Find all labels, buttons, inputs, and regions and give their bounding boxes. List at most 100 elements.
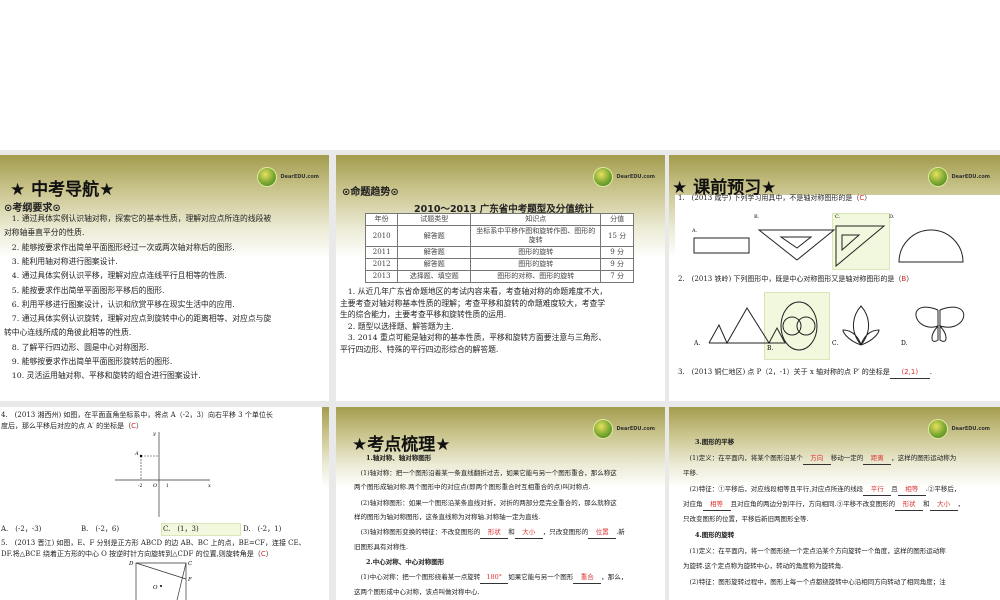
header-cell: 知识点 — [470, 213, 602, 226]
option-b[interactable]: B. (-2，6) — [81, 524, 119, 535]
slide-thumbnail-2[interactable]: DearEDU.com ⊙命题趋势⊙ 2010～2013 广东省中考题型及分值统… — [336, 155, 665, 401]
answer-blank: 重合 — [573, 572, 602, 584]
paragraph-line: 3. 2014 重点可能是轴对称的基本性质，平移和旋转方面要注意与三角形、 — [340, 333, 607, 342]
paragraph-line: 6. 利用平移进行图案设计，认识和欣赏平移在现实生活中的应用. — [4, 299, 235, 309]
cell: 9 分 — [600, 258, 634, 271]
slide-title: ★考点梳理★ — [352, 435, 451, 455]
table-row: 2010 解答题 坐标系中平移作图和旋转作图、图形的旋转 15 分 — [364, 225, 634, 247]
set-square-icon — [757, 229, 836, 261]
slide-thumbnail-1[interactable]: DearEDU.com ★ 中考导航★ ⊙考纲要求⊙ 1. 通过具体实例认识轴对… — [0, 155, 329, 401]
paragraph-line: 3. 能利用轴对称进行图案设计. — [4, 256, 118, 266]
slide-title: ★ 中考导航★ — [10, 180, 115, 200]
header-cell: 分值 — [600, 213, 634, 226]
triangle-ruler-icon — [835, 225, 886, 268]
origin-label: O — [153, 483, 157, 489]
paragraph-line: (2)轴对称图形：如果一个图形沿某条直线对折，对折的两部分是完全重合的，那么就称… — [354, 499, 617, 507]
x-tick-label: -2 — [138, 483, 143, 489]
coordinate-graph: A y x O -2 1 — [115, 431, 211, 517]
option-label: A. — [691, 228, 698, 234]
option-label: D. — [901, 340, 908, 347]
paragraph-line: 对称轴垂直平分的性质. — [4, 228, 85, 238]
paragraph-line: 8. 了解平行四边形、圆是中心对称图形. — [4, 342, 149, 352]
x-tick-label: 1 — [166, 483, 169, 489]
dearedu-logo: DearEDU.com — [593, 167, 655, 187]
answer-blank: 180° — [480, 572, 509, 584]
center-o-label: O — [153, 585, 158, 591]
cell: 解答题 — [397, 258, 472, 271]
answer-blank: 大小 — [929, 499, 958, 511]
cell: 2011 — [364, 246, 399, 259]
section-heading: ⊙命题趋势⊙ — [342, 187, 399, 198]
cell: 2012 — [364, 258, 399, 271]
option-a[interactable]: A. (-2，-3) — [1, 524, 41, 535]
question-1: 1. (2013 咸宁) 下列学习用具中，不是轴对称图形的是（C） — [678, 194, 872, 202]
question-4: 4. (2013 湘西州) 如图，在平面直角坐标系中，将点 A（-2，3）向右平… — [1, 411, 273, 419]
cell: 选择题、填空题 — [397, 270, 472, 283]
option-label: A. — [693, 340, 700, 347]
answer-blank: 形状 — [480, 527, 509, 539]
flower-shape-icon — [842, 305, 880, 346]
x-axis-label: x — [208, 483, 211, 489]
paragraph-line: (1)定义：在平面内，将一个图形绕一个定点沿某个方向旋转一个角度，这样的图形运动… — [683, 547, 946, 555]
butterfly-shape-icon — [915, 306, 965, 342]
paragraph-line: 只改变图形的位置，平移后新旧两图形全等. — [683, 515, 809, 523]
paragraph-line: 这两个图形成中心对称，该点叫做对称中心. — [354, 588, 480, 596]
heading-axial-symmetry: 1.轴对称、轴对称图形 — [366, 454, 432, 462]
paragraph-line: (2)特征：图形旋转过程中，图形上每一个点都绕旋转中心沿相同方向转动了相同角度；… — [683, 578, 946, 586]
dearedu-logo: DearEDU.com — [257, 167, 319, 187]
heading-central-symmetry: 2.中心对称、中心对称图形 — [366, 558, 445, 566]
option-d[interactable]: D. (-2，1) — [243, 524, 281, 535]
paragraph-line: 对应角 相等 且对应角的两边分别平行，方向相同.③平移不改变图形的 形状和大小， — [683, 499, 964, 511]
paragraph-line: 平移. — [683, 469, 699, 477]
table-row: 2013 选择题、填空题 图形的对称、图形的旋转 7 分 — [364, 270, 634, 283]
answer-blank: 形状 — [895, 499, 924, 511]
ruler-icon — [693, 237, 750, 254]
slide-thumbnail-3[interactable]: DearEDU.com ★ 课前预习★ 1. (2013 咸宁) 下列学习用具中… — [669, 155, 1000, 401]
score-table: 年份 试题类型 知识点 分值 2010 解答题 坐标系中平移作图和旋转作图、图形的旋转 15… — [364, 213, 634, 283]
table-row: 2011 解答题 图形的旋转 9 分 — [364, 246, 634, 259]
cell: 解答题 — [397, 225, 472, 247]
option-label: B. — [767, 345, 773, 352]
paragraph-line: (2)特征：①平移后，对应线段相等且平行,对应点所连的线段 平行且相等 .②平移后， — [683, 484, 960, 496]
cell: 15 分 — [600, 225, 634, 247]
square-figure: D C F O — [128, 561, 193, 600]
paragraph-line: 为旋转.这个定点称为旋转中心，转动的角度称为旋转角. — [683, 562, 844, 570]
slide-thumbnail-4[interactable]: 4. (2013 湘西州) 如图，在平面直角坐标系中，将点 A（-2，3）向右平… — [0, 407, 329, 600]
answer-blank: 位置 — [588, 527, 617, 539]
cell: 坐标系中平移作图和旋转作图、图形的旋转 — [470, 225, 602, 247]
option-label: C. — [835, 214, 841, 220]
paragraph-line: 1. 通过具体实例认识轴对称，探索它的基本性质，理解对应点所连的线段被 — [4, 214, 272, 223]
paragraph-line: 9. 能够按要求作出简单平面图形旋转后的图形. — [4, 357, 173, 366]
paragraph-line: 2. 能够按要求作出简单平面图形经过一次或两次轴对称后的图形. — [4, 242, 235, 252]
option-label: D. — [889, 214, 895, 220]
answer-blank: 方向 — [802, 453, 831, 465]
mountain-shape-icon — [708, 307, 786, 345]
vertex-d-label: D — [128, 561, 134, 567]
answer-blank: 相等 — [897, 484, 926, 496]
option-c[interactable]: C. (1，3) — [163, 524, 199, 535]
paragraph-line: 主要考查对轴对称基本性质的理解；考查平移和旋转的命题难度较大，考查学 — [340, 298, 606, 308]
heading-translation: 3.图形的平移 — [695, 438, 735, 446]
paragraph-line: (1)中心对称：把一个图形绕着某一点旋转 180° 如果它能与另一个图形 重合 ，那么， — [354, 572, 627, 584]
slide-thumbnail-6[interactable]: DearEDU.com 3.图形的平移 (1)定义：在平面内，将某个图形沿某个方… — [669, 407, 1000, 600]
answer-blank: 大小 — [514, 527, 543, 539]
circle-shape-icon — [780, 301, 818, 351]
option-label: C. — [832, 340, 838, 347]
paragraph-line: 4. 通过具体实例认识平移，理解对应点连线平行且相等的性质. — [4, 271, 227, 281]
paragraph-line: 两个图形成轴对称.两个图形中的对应点(即两个图形重合时互相重合的点)叫对称点. — [354, 483, 591, 491]
dearedu-logo: DearEDU.com — [928, 167, 990, 187]
paragraph-line: 平行四边形、特殊的平行四边形综合的解答题. — [340, 344, 499, 354]
paragraph-line: 生的综合能力，主要考查平移和旋转性质的运用. — [340, 310, 507, 319]
paragraph-line: (1)定义：在平面内，将某个图形沿某个 方向 移动一定的 距离 ，这样的图形运动称为 — [683, 453, 956, 465]
point-f-label: F — [187, 577, 192, 583]
paragraph-line: (3)轴对称图形变换的特征：不改变图形的 形状和大小 ，只改变图形的 位置 .新 — [354, 527, 625, 539]
slide-thumbnail-5[interactable]: DearEDU.com ★考点梳理★ 1.轴对称、轴对称图形 (1)轴对称：把一… — [336, 407, 665, 600]
cell: 9 分 — [600, 246, 634, 259]
cell: 7 分 — [600, 270, 634, 283]
answer-blank: 平行 — [863, 484, 892, 496]
protractor-icon — [898, 229, 964, 263]
cell: 图形的对称、图形的旋转 — [470, 270, 602, 283]
point-a-label: A — [134, 451, 139, 457]
paragraph-line: 10. 灵活运用轴对称、平移和旋转的组合进行图案设计. — [4, 371, 201, 381]
y-axis-label: y — [152, 431, 156, 437]
